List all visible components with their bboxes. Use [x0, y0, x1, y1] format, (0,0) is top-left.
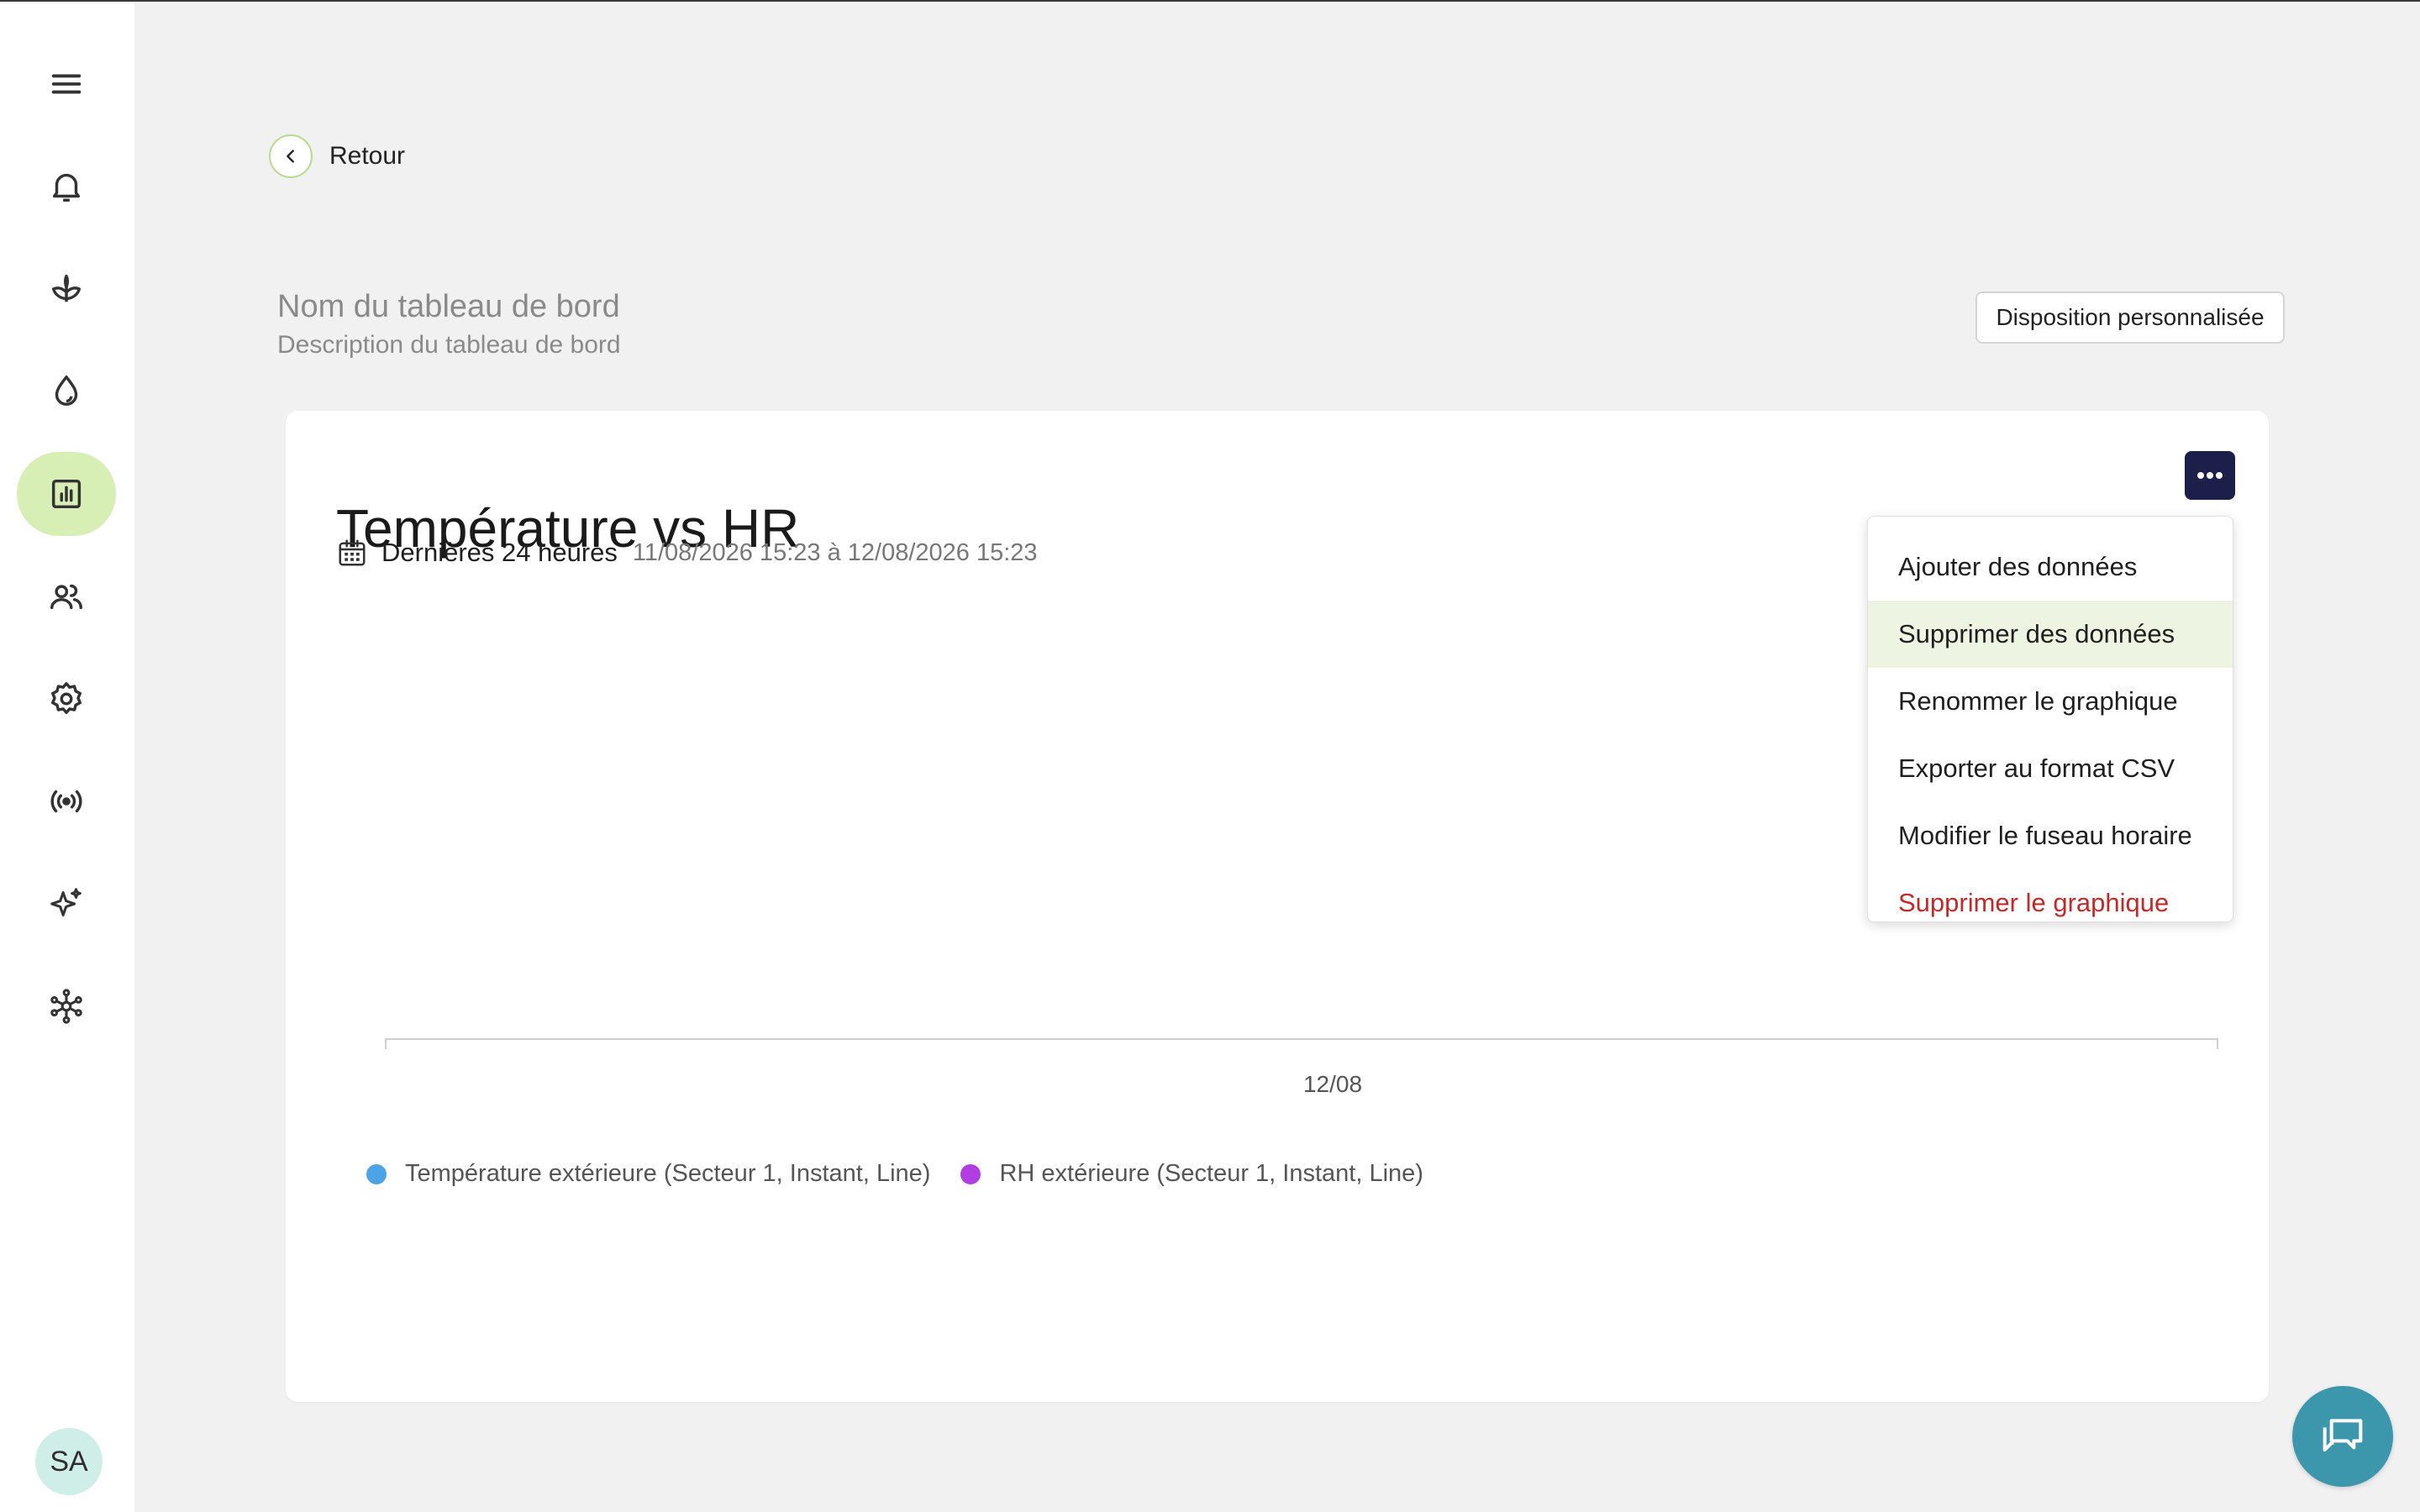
gear-icon	[50, 682, 82, 715]
chat-button[interactable]	[2292, 1386, 2393, 1487]
water-drop-icon	[55, 375, 78, 406]
plant-icon	[51, 274, 82, 302]
chart-legend: Température extérieure (Secteur 1, Insta…	[366, 1160, 1454, 1188]
sidebar-item-users[interactable]	[17, 554, 116, 638]
dashboard-name[interactable]: Nom du tableau de bord	[277, 289, 620, 325]
sidebar-item-sensors[interactable]	[17, 759, 116, 843]
legend-item-temperature[interactable]: Température extérieure (Secteur 1, Insta…	[366, 1160, 930, 1188]
menu-item-delete-chart[interactable]: Supprimer le graphique	[1868, 869, 2233, 937]
chart-options-menu: Ajouter des données Supprimer des donnée…	[1867, 516, 2233, 922]
sidebar-item-crops[interactable]	[17, 247, 116, 331]
menu-icon	[51, 74, 82, 94]
menu-item-rename-chart[interactable]: Renommer le graphique	[1868, 668, 2233, 735]
legend-item-humidity[interactable]: RH extérieure (Secteur 1, Instant, Line)	[960, 1160, 1423, 1188]
menu-item-add-data[interactable]: Ajouter des données	[1868, 533, 2233, 601]
chart-icon	[51, 479, 82, 509]
back-button[interactable]: Retour	[269, 134, 405, 178]
x-tick-label: 12/08	[1302, 1071, 1363, 1097]
legend-label: Température extérieure (Secteur 1, Insta…	[405, 1160, 931, 1187]
chevron-left-icon	[269, 134, 313, 178]
custom-layout-button[interactable]: Disposition personnalisée	[1975, 291, 2285, 344]
broadcast-icon	[50, 790, 82, 813]
sidebar-item-integrations[interactable]	[17, 964, 116, 1048]
sidebar-item-ai[interactable]	[17, 862, 116, 946]
legend-dot	[366, 1163, 387, 1184]
sidebar-item-settings[interactable]	[17, 657, 116, 741]
menu-item-remove-data[interactable]: Supprimer des données	[1868, 601, 2233, 668]
back-label: Retour	[329, 142, 406, 170]
menu-item-export-csv[interactable]: Exporter au format CSV	[1868, 735, 2233, 802]
sidebar: SA	[0, 2, 134, 1512]
sparkle-icon	[50, 888, 82, 916]
chat-icon	[2323, 1419, 2363, 1452]
sidebar-item-alerts[interactable]	[17, 144, 116, 228]
menu-item-change-timezone[interactable]: Modifier le fuseau horaire	[1868, 802, 2233, 869]
menu-toggle-button[interactable]	[17, 42, 116, 126]
users-icon	[50, 584, 82, 610]
dashboard-description[interactable]: Description du tableau de bord	[277, 331, 621, 360]
sidebar-item-irrigation[interactable]	[17, 349, 116, 433]
bell-icon	[52, 173, 81, 202]
sidebar-item-dashboards[interactable]	[17, 452, 116, 536]
avatar[interactable]: SA	[35, 1428, 103, 1495]
legend-label: RH extérieure (Secteur 1, Instant, Line)	[999, 1160, 1423, 1187]
legend-dot	[960, 1163, 981, 1184]
network-icon	[50, 989, 82, 1024]
